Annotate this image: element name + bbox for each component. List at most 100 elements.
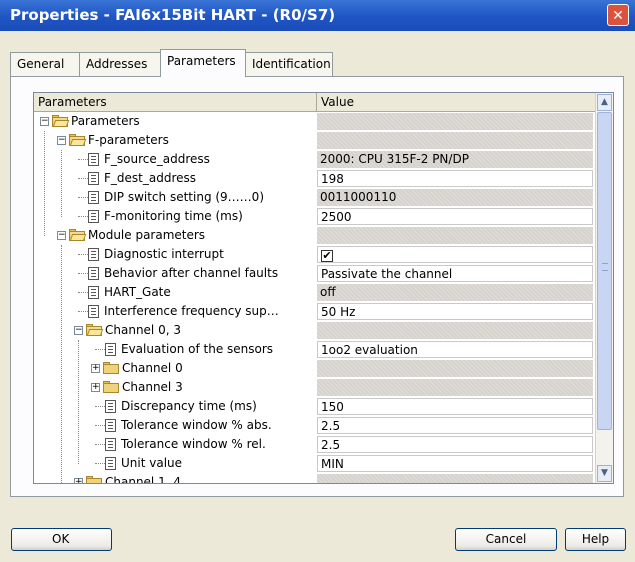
parameter-name-cell[interactable]: − F-parameters bbox=[34, 131, 317, 150]
parameter-name-cell[interactable]: − Parameters bbox=[34, 112, 317, 131]
scroll-down-arrow-icon[interactable]: ▼ bbox=[597, 465, 612, 482]
parameter-row[interactable]: Evaluation of the sensors 1oo2 evaluation bbox=[34, 340, 597, 359]
tab-parameters[interactable]: Parameters bbox=[160, 49, 246, 77]
parameter-row[interactable]: F-monitoring time (ms) 2500 bbox=[34, 207, 597, 226]
parameter-row[interactable]: DIP switch setting (9……0) 0011000110 bbox=[34, 188, 597, 207]
parameter-row[interactable]: Behavior after channel faults Passivate t… bbox=[34, 264, 597, 283]
parameter-label: Tolerance window % abs. bbox=[121, 418, 272, 432]
parameter-name-cell[interactable]: Behavior after channel faults bbox=[34, 264, 317, 283]
parameter-icon bbox=[88, 267, 99, 280]
tab-general[interactable]: General bbox=[10, 52, 80, 76]
parameter-name-cell[interactable]: Tolerance window % rel. bbox=[34, 435, 317, 454]
parameter-value-cell[interactable]: 1oo2 evaluation bbox=[317, 341, 593, 358]
parameter-row[interactable]: Discrepancy time (ms) 150 bbox=[34, 397, 597, 416]
parameter-label: Tolerance window % rel. bbox=[121, 437, 266, 451]
parameter-row[interactable]: Tolerance window % rel. 2.5 bbox=[34, 435, 597, 454]
cancel-button[interactable]: Cancel bbox=[455, 528, 557, 551]
close-icon[interactable]: ✕ bbox=[607, 4, 629, 26]
column-header-value[interactable]: Value bbox=[317, 93, 597, 112]
tree-folder-row[interactable]: + Channel 1, 4 bbox=[34, 473, 597, 484]
parameter-name-cell[interactable]: Unit value bbox=[34, 454, 317, 473]
scroll-up-arrow-icon[interactable]: ▲ bbox=[597, 94, 612, 111]
parameter-name-cell[interactable]: Diagnostic interrupt bbox=[34, 245, 317, 264]
parameter-icon bbox=[88, 248, 99, 261]
tree-folder-row[interactable]: + Channel 3 bbox=[34, 378, 597, 397]
parameter-value-cell[interactable]: 2.5 bbox=[317, 436, 593, 453]
expand-plus-icon[interactable]: + bbox=[91, 383, 100, 392]
folder-label: F-parameters bbox=[88, 133, 169, 147]
vertical-scrollbar[interactable]: ▲ ▼ bbox=[595, 93, 613, 483]
open-folder-icon bbox=[52, 115, 70, 127]
parameter-name-cell[interactable]: − Module parameters bbox=[34, 226, 317, 245]
parameter-name-cell[interactable]: Evaluation of the sensors bbox=[34, 340, 317, 359]
tree-folder-row[interactable]: − Channel 0, 3 bbox=[34, 321, 597, 340]
parameter-name-cell[interactable]: Interference frequency sup… bbox=[34, 302, 317, 321]
parameter-value-cell[interactable]: 2.5 bbox=[317, 417, 593, 434]
parameter-row[interactable]: Tolerance window % abs. 2.5 bbox=[34, 416, 597, 435]
parameter-label: DIP switch setting (9……0) bbox=[104, 190, 265, 204]
diagnostic-interrupt-checkbox[interactable]: ✔ bbox=[321, 250, 333, 262]
parameter-name-cell[interactable]: + Channel 3 bbox=[34, 378, 317, 397]
column-header-parameters[interactable]: Parameters bbox=[34, 93, 317, 112]
parameter-row[interactable]: HART_Gate off bbox=[34, 283, 597, 302]
parameter-row[interactable]: Interference frequency sup… 50 Hz bbox=[34, 302, 597, 321]
parameter-row[interactable]: Unit value MIN bbox=[34, 454, 597, 473]
parameter-icon bbox=[88, 153, 99, 166]
parameter-name-cell[interactable]: + Channel 0 bbox=[34, 359, 317, 378]
parameter-value-cell[interactable]: Passivate the channel bbox=[317, 265, 593, 282]
parameter-label: Discrepancy time (ms) bbox=[121, 399, 257, 413]
folder-label: Parameters bbox=[71, 114, 140, 128]
parameter-value-cell[interactable]: 50 Hz bbox=[317, 303, 593, 320]
tree-folder-row[interactable]: + Channel 0 bbox=[34, 359, 597, 378]
parameter-label: Interference frequency sup… bbox=[104, 304, 279, 318]
folder-label: Channel 0 bbox=[122, 361, 183, 375]
expand-plus-icon[interactable]: + bbox=[74, 478, 83, 483]
parameter-name-cell[interactable]: DIP switch setting (9……0) bbox=[34, 188, 317, 207]
parameter-value-cell: 2000: CPU 315F-2 PN/DP bbox=[317, 151, 593, 168]
parameter-value-cell bbox=[317, 322, 593, 339]
parameter-value-cell[interactable]: 2500 bbox=[317, 208, 593, 225]
title-bar[interactable]: Properties - FAI6x15Bit HART - (R0/S7) ✕ bbox=[0, 0, 635, 31]
parameter-label: Unit value bbox=[121, 456, 183, 470]
parameter-name-cell[interactable]: Tolerance window % abs. bbox=[34, 416, 317, 435]
parameter-label: Behavior after channel faults bbox=[104, 266, 279, 280]
tab-identification[interactable]: Identification bbox=[245, 52, 333, 76]
properties-dialog: Properties - FAI6x15Bit HART - (R0/S7) ✕… bbox=[0, 0, 635, 562]
parameter-value-cell[interactable]: 198 bbox=[317, 170, 593, 187]
collapse-minus-icon[interactable]: − bbox=[57, 231, 66, 240]
tab-addresses[interactable]: Addresses bbox=[79, 52, 161, 76]
collapse-minus-icon[interactable]: − bbox=[57, 136, 66, 145]
parameter-label: F_dest_address bbox=[104, 171, 197, 185]
ok-button[interactable]: OK bbox=[11, 528, 112, 551]
parameter-name-cell[interactable]: F_dest_address bbox=[34, 169, 317, 188]
parameter-name-cell[interactable]: Discrepancy time (ms) bbox=[34, 397, 317, 416]
parameter-row[interactable]: Diagnostic interrupt ✔ bbox=[34, 245, 597, 264]
parameter-name-cell[interactable]: HART_Gate bbox=[34, 283, 317, 302]
parameter-value-cell bbox=[317, 132, 593, 149]
parameter-row[interactable]: F_source_address 2000: CPU 315F-2 PN/DP bbox=[34, 150, 597, 169]
help-button[interactable]: Help bbox=[565, 528, 626, 551]
scroll-thumb[interactable] bbox=[597, 112, 612, 430]
parameter-value-cell[interactable]: MIN bbox=[317, 455, 593, 472]
parameter-name-cell[interactable]: F-monitoring time (ms) bbox=[34, 207, 317, 226]
parameter-icon bbox=[88, 172, 99, 185]
tree-folder-row[interactable]: − F-parameters bbox=[34, 131, 597, 150]
open-folder-icon bbox=[69, 229, 87, 241]
parameter-value-cell bbox=[317, 379, 593, 396]
open-folder-icon bbox=[86, 324, 104, 336]
collapse-minus-icon[interactable]: − bbox=[40, 117, 49, 126]
parameter-label: F-monitoring time (ms) bbox=[104, 209, 243, 223]
parameter-row[interactable]: F_dest_address 198 bbox=[34, 169, 597, 188]
parameter-value-cell[interactable]: 150 bbox=[317, 398, 593, 415]
folder-icon bbox=[103, 381, 119, 393]
folder-label: Channel 1, 4 bbox=[105, 475, 181, 484]
parameter-name-cell[interactable]: F_source_address bbox=[34, 150, 317, 169]
tree-folder-row[interactable]: − Parameters bbox=[34, 112, 597, 131]
collapse-minus-icon[interactable]: − bbox=[74, 326, 83, 335]
expand-plus-icon[interactable]: + bbox=[91, 364, 100, 373]
parameter-name-cell[interactable]: + Channel 1, 4 bbox=[34, 473, 317, 484]
parameter-value-cell[interactable]: ✔ bbox=[317, 246, 593, 263]
open-folder-icon bbox=[69, 134, 87, 146]
tree-folder-row[interactable]: − Module parameters bbox=[34, 226, 597, 245]
parameter-name-cell[interactable]: − Channel 0, 3 bbox=[34, 321, 317, 340]
